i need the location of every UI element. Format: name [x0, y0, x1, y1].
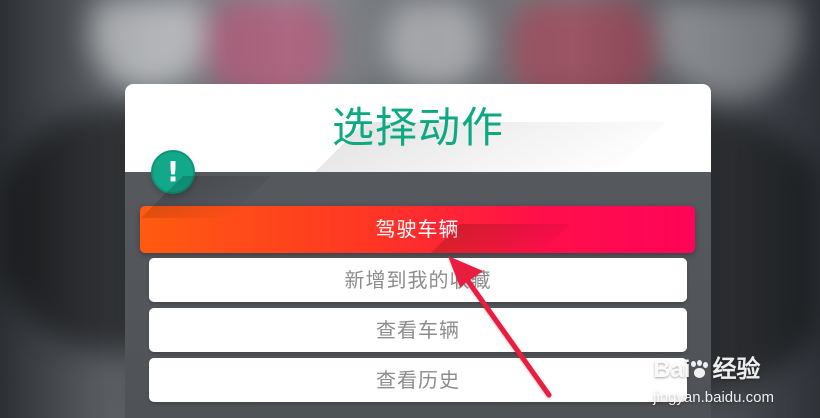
watermark-brand-right: 经验	[712, 356, 761, 383]
watermark-brand-left: Bai	[653, 356, 691, 383]
view-vehicle-button[interactable]: 查看车辆	[149, 308, 687, 352]
paw-icon	[689, 360, 711, 379]
dialog-header: 选择动作	[125, 84, 711, 172]
baidu-jingyan-watermark: Bai 经验 jingyan.baidu.com	[653, 356, 774, 406]
view-history-button[interactable]: 查看历史	[149, 358, 687, 402]
exclamation-icon: !	[166, 155, 180, 188]
baidu-logo: Bai 经验	[653, 356, 774, 384]
alert-badge: !	[151, 150, 195, 194]
add-to-favorites-button[interactable]: 新增到我的收藏	[149, 258, 687, 302]
dialog-title: 选择动作	[331, 103, 504, 152]
watermark-url: jingyan.baidu.com	[653, 389, 774, 406]
